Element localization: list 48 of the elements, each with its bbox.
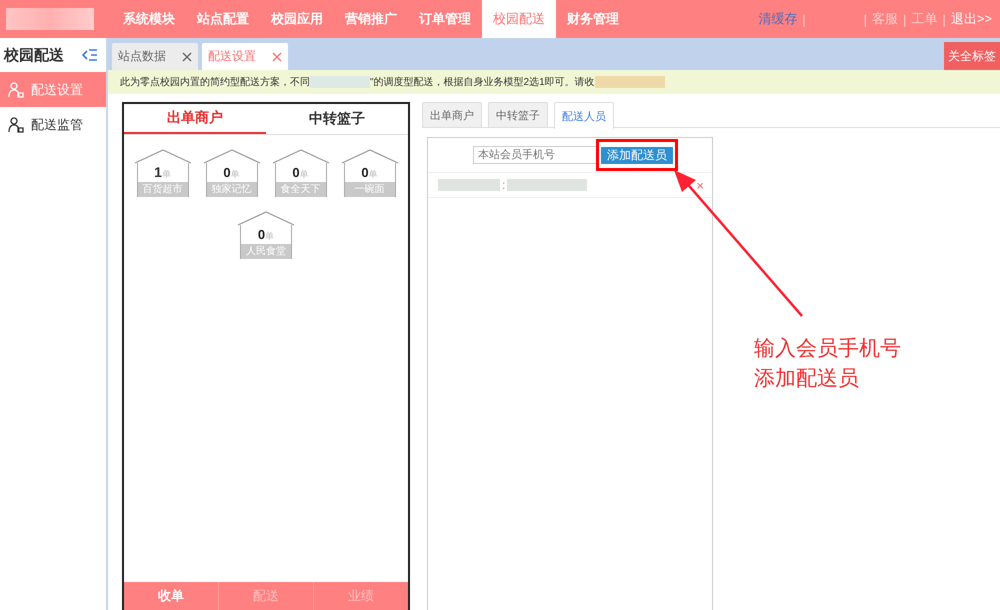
house-roof-icon (272, 149, 330, 164)
annotation-text: 输入会员手机号 添加配送员 (754, 336, 901, 392)
link-separator: | (864, 12, 868, 26)
delivery-person-icon (7, 82, 25, 98)
header-link[interactable]: 清缓存 (758, 10, 798, 28)
page-tab[interactable]: 配送设置 (202, 43, 288, 70)
add-delivery-staff-button[interactable]: 添加配送员 (601, 146, 673, 164)
panel-tab[interactable]: 中转篮子 (488, 102, 548, 127)
notice-text: 此为零点校园内置的简约型配送方案，不同 (120, 76, 310, 89)
panel-tab[interactable]: 中转篮子 (266, 104, 408, 134)
close-icon[interactable] (182, 52, 192, 62)
house-roof-icon (134, 149, 192, 164)
close-all-tabs-button[interactable]: 关全标签 (944, 42, 1000, 70)
bottom-tab[interactable]: 配送 (218, 582, 313, 610)
remove-link[interactable]: × (696, 178, 704, 192)
nav-tab[interactable]: 财务管理 (556, 0, 630, 38)
link-separator: | (903, 12, 906, 26)
separator-text: : (502, 178, 506, 192)
sidebar-title: 校园配送 (4, 46, 64, 64)
blurred-text (594, 76, 665, 88)
sidebar-item[interactable]: 配送设置 (0, 72, 106, 107)
close-icon[interactable] (272, 52, 282, 62)
notice-text: "的调度型配送，根据自身业务模型2选1即可。请收 (370, 76, 595, 89)
blurred-text (438, 179, 500, 191)
sidebar-item[interactable]: 配送监管 (0, 107, 106, 142)
phone-input-field[interactable]: 本站会员手机号 (473, 146, 597, 164)
house-roof-icon (237, 211, 295, 226)
header-link[interactable]: 工单 (911, 10, 938, 28)
nav-tab[interactable]: 订单管理 (408, 0, 482, 38)
bottom-tab[interactable]: 收单 (124, 582, 218, 610)
house-roof-icon (340, 149, 398, 164)
header-link[interactable]: 退出>> (950, 10, 992, 28)
delivery-person-icon (7, 116, 25, 132)
page-tab[interactable]: 站点数据 (112, 43, 198, 70)
panel-tab[interactable]: 配送人员 (554, 102, 614, 129)
collapse-menu-icon[interactable] (82, 49, 98, 61)
link-separator: | (802, 12, 806, 26)
panel-tab[interactable]: 出单商户 (124, 104, 266, 134)
panel-tab[interactable]: 出单商户 (422, 102, 482, 127)
nav-tab[interactable]: 校园应用 (260, 0, 334, 38)
nav-tab[interactable]: 校园配送 (482, 0, 556, 38)
nav-tab[interactable]: 系统模块 (112, 0, 186, 38)
nav-tab[interactable]: 营销推广 (334, 0, 408, 38)
bottom-tab[interactable]: 业绩 (313, 582, 408, 610)
link-separator: | (942, 12, 946, 26)
header-link[interactable]: 客服 (872, 10, 898, 28)
house-roof-icon (202, 149, 260, 164)
nav-tab[interactable]: 站点配置 (186, 0, 260, 38)
